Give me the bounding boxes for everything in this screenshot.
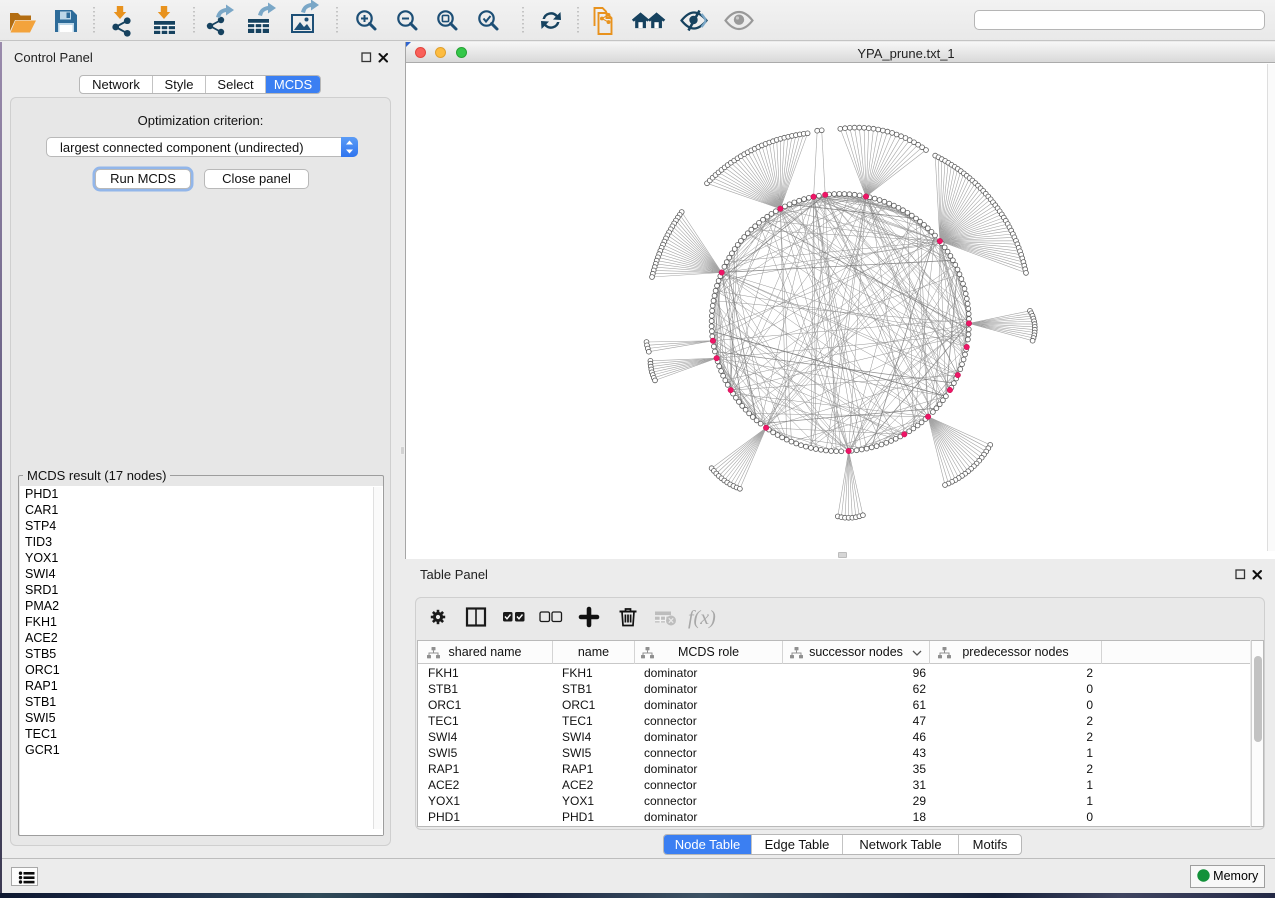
svg-text:f(x): f(x) <box>688 607 716 629</box>
